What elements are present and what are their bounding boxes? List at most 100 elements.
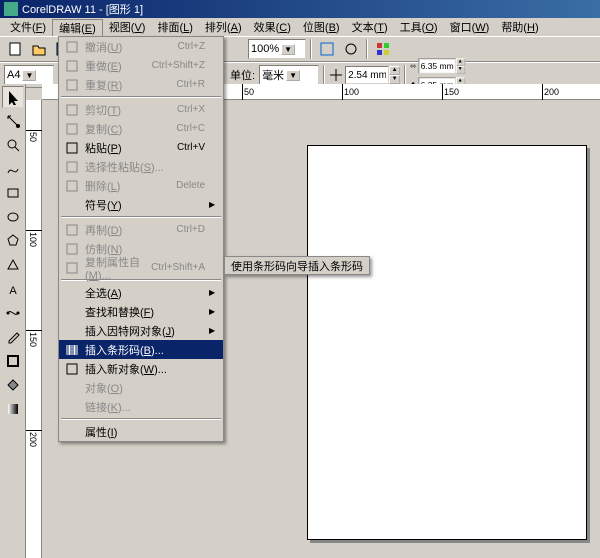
snap-button[interactable] — [316, 38, 338, 60]
menu-bar: 文件(F)编辑(E) 视图(V) 排面(L) 排列(A)效果(C)位图(B) 文本(T)… — [0, 18, 600, 36]
menu-item-label: 全选(A) — [81, 285, 209, 301]
menu-item[interactable]: 属性(I) — [59, 422, 223, 441]
menu-item-label: 复制属性自(M)... — [81, 254, 151, 282]
ruler-tick-label: 200 — [544, 87, 559, 97]
polygon-tool[interactable] — [2, 230, 24, 252]
menu-shortcut: Ctrl+Shift+A — [151, 262, 209, 273]
ellipse-tool[interactable] — [2, 206, 24, 228]
paper-size-combo[interactable]: A4 ▼ — [4, 65, 54, 85]
spin-up[interactable]: ▲ — [456, 58, 465, 66]
menu-item[interactable]: 插入因特网对象(J)▶ — [59, 321, 223, 340]
dropdown-arrow-icon[interactable]: ▼ — [286, 70, 300, 81]
ruler-tick-label: 100 — [28, 232, 38, 247]
menu-window[interactable]: 窗口(W) — [444, 19, 496, 35]
menu-label: 工具(O) — [400, 22, 438, 34]
ifill-tool[interactable] — [2, 398, 24, 420]
menu-divider — [61, 216, 221, 218]
menu-help[interactable]: 帮助(H) — [495, 19, 544, 35]
menu-item[interactable]: 插入条形码(B)... — [59, 340, 223, 359]
unit-label: 单位: — [228, 67, 257, 83]
menu-text[interactable]: 文本(T) — [346, 19, 394, 35]
dup-x-icon: ⬄ — [410, 61, 418, 70]
outline-tool[interactable] — [2, 350, 24, 372]
barcode-submenu-tooltip: 使用条形码向导插入条形码 — [224, 256, 370, 275]
pick-tool[interactable] — [2, 86, 24, 108]
menu-item: 选择性粘贴(S)... — [59, 157, 223, 176]
menu-divider — [61, 96, 221, 98]
dup-icon — [63, 223, 81, 237]
menu-file[interactable]: 文件(F) — [4, 19, 52, 35]
menu-item: 剪切(T)Ctrl+X — [59, 100, 223, 119]
ruler-tick-label: 100 — [344, 87, 359, 97]
svg-text:A: A — [9, 285, 17, 297]
menu-effects[interactable]: 效果(C) — [248, 19, 297, 35]
undo-icon — [63, 40, 81, 54]
rect-tool[interactable] — [2, 182, 24, 204]
app-title: CorelDRAW 11 - [图形 1] — [22, 1, 143, 17]
menu-shortcut: Ctrl+D — [176, 224, 209, 235]
menu-item-label: 复制(C) — [81, 121, 176, 137]
menu-bitmaps[interactable]: 位图(B) — [297, 19, 346, 35]
unit-combo[interactable]: 毫米 ▼ — [259, 65, 319, 85]
dup-x-spinner[interactable]: ⬄ ▲▼ — [410, 58, 465, 73]
menu-label: 窗口(W) — [450, 22, 490, 34]
menu-item-label: 剪切(T) — [81, 102, 177, 118]
menu-tools[interactable]: 工具(O) — [394, 19, 444, 35]
dropdown-arrow-icon[interactable]: ▼ — [22, 70, 36, 81]
paste-special-icon — [63, 160, 81, 174]
barcode-icon — [63, 343, 81, 357]
app-icon — [4, 2, 18, 16]
dup-x-input[interactable] — [418, 58, 455, 73]
fill-tool[interactable] — [2, 374, 24, 396]
open-button[interactable] — [28, 38, 50, 60]
menu-item[interactable]: 全选(A)▶ — [59, 283, 223, 302]
menu-label: 排面(L) — [157, 22, 192, 34]
options-button[interactable] — [340, 38, 362, 60]
app-launcher-button[interactable] — [372, 38, 394, 60]
shape-tool[interactable] — [2, 110, 24, 132]
unit-value: 毫米 — [262, 67, 284, 83]
menu-item: 撤消(U)Ctrl+Z — [59, 37, 223, 56]
menu-label: 文本(T) — [352, 22, 388, 34]
nudge-icon — [329, 68, 343, 82]
menu-item: 复制属性自(M)...Ctrl+Shift+A — [59, 258, 223, 277]
eyedrop-tool[interactable] — [2, 326, 24, 348]
menu-shortcut: Ctrl+Shift+Z — [152, 60, 209, 71]
paste-icon — [63, 141, 81, 155]
ieffect-tool[interactable] — [2, 302, 24, 324]
new-button[interactable] — [4, 38, 26, 60]
ruler-tick-label: 200 — [28, 432, 38, 447]
menu-view[interactable]: 视图(V) — [103, 19, 152, 35]
spin-down[interactable]: ▼ — [389, 75, 400, 84]
menu-item-label: 撤消(U) — [81, 39, 178, 55]
document-page[interactable] — [307, 145, 587, 540]
menu-item-label: 选择性粘贴(S)... — [81, 159, 209, 175]
title-bar: CorelDRAW 11 - [图形 1] — [0, 0, 600, 18]
ruler-tick-label: 150 — [28, 332, 38, 347]
redo-icon — [63, 59, 81, 73]
menu-item-label: 对象(O) — [81, 380, 209, 396]
menu-item: 删除(L)Delete — [59, 176, 223, 195]
text-tool[interactable]: A — [2, 278, 24, 300]
zoom-tool[interactable] — [2, 134, 24, 156]
zoom-combo[interactable]: 100% ▼ — [248, 39, 306, 59]
freehand-tool[interactable] — [2, 158, 24, 180]
menu-edit[interactable]: 编辑(E) — [52, 19, 103, 36]
menu-item-label: 符号(Y) — [81, 197, 209, 213]
menu-item-label: 插入新对象(W)... — [81, 361, 209, 377]
dropdown-arrow-icon[interactable]: ▼ — [281, 44, 295, 55]
submenu-arrow-icon: ▶ — [209, 326, 219, 335]
nudge-input[interactable] — [345, 66, 389, 84]
vertical-ruler: 50100150200 — [26, 100, 42, 558]
shapes-tool[interactable] — [2, 254, 24, 276]
menu-item[interactable]: 符号(Y)▶ — [59, 195, 223, 214]
menu-item[interactable]: 插入新对象(W)... — [59, 359, 223, 378]
menu-label: 视图(V) — [109, 22, 146, 34]
menu-item[interactable]: 粘贴(P)Ctrl+V — [59, 138, 223, 157]
menu-layout[interactable]: 排面(L) — [151, 19, 198, 35]
spin-up[interactable]: ▲ — [389, 66, 400, 75]
menu-arrange[interactable]: 排列(A) — [199, 19, 248, 35]
spin-down[interactable]: ▼ — [456, 66, 465, 74]
nudge-spinner[interactable]: ▲▼ — [345, 66, 400, 84]
menu-item[interactable]: 查找和替换(F)▶ — [59, 302, 223, 321]
